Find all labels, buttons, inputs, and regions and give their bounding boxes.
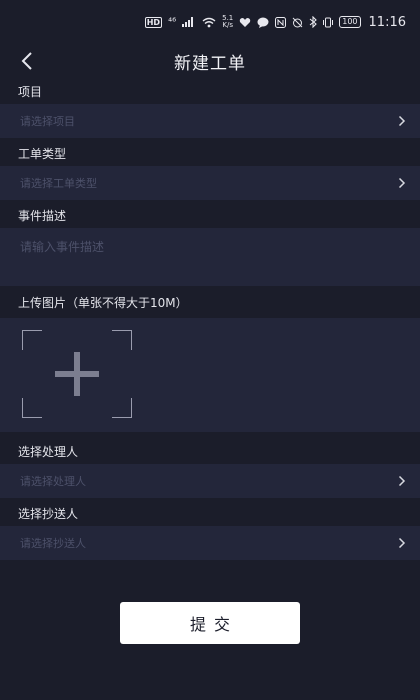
project-placeholder: 请选择项目 — [20, 115, 75, 128]
speed-unit: K/s — [222, 21, 233, 29]
chevron-right-icon — [398, 115, 406, 127]
cc-placeholder: 请选择抄送人 — [20, 537, 86, 550]
upload-image-button[interactable] — [22, 330, 132, 418]
ticket-type-label: 工单类型 — [18, 146, 67, 161]
chevron-right-icon — [398, 537, 406, 549]
back-button[interactable] — [14, 48, 40, 74]
frame-corner — [22, 398, 42, 418]
frame-corner — [112, 398, 132, 418]
nav-bar: 新建工单 — [0, 44, 420, 78]
cc-select[interactable]: 请选择抄送人 — [0, 526, 420, 560]
signal-icon — [182, 17, 196, 27]
description-label: 事件描述 — [18, 208, 67, 223]
network-type-label: ⁴⁶ — [168, 16, 177, 28]
submit-button[interactable]: 提交 — [120, 602, 300, 644]
wifi-icon — [202, 17, 216, 28]
status-bar: HD ⁴⁶ 5.1 K/s 100 11:16 — [0, 0, 420, 44]
plus-icon — [55, 352, 99, 396]
frame-corner — [112, 330, 132, 350]
cc-label: 选择抄送人 — [18, 506, 79, 521]
upload-area — [0, 318, 420, 432]
submit-area: 提交 — [0, 602, 420, 644]
chat-bubble-icon — [257, 17, 269, 28]
clock: 11:16 — [368, 14, 406, 30]
handler-label: 选择处理人 — [18, 444, 79, 459]
ticket-type-select[interactable]: 请选择工单类型 — [0, 166, 420, 200]
vibrate-icon — [323, 17, 334, 28]
network-speed: 5.1 K/s — [222, 15, 233, 29]
project-label: 项目 — [18, 84, 43, 99]
description-area — [0, 228, 420, 286]
page-title: 新建工单 — [174, 53, 246, 74]
handler-placeholder: 请选择处理人 — [20, 475, 86, 488]
frame-corner — [22, 330, 42, 350]
project-select[interactable]: 请选择项目 — [0, 104, 420, 138]
nfc-icon — [275, 16, 287, 28]
upload-label: 上传图片（单张不得大于10M） — [18, 295, 188, 310]
alarm-off-icon — [292, 17, 303, 28]
description-input[interactable] — [20, 238, 400, 276]
hd-indicator: HD — [144, 16, 163, 28]
battery-icon: 100 — [339, 16, 361, 28]
chevron-right-icon — [398, 177, 406, 189]
ticket-type-placeholder: 请选择工单类型 — [20, 177, 97, 190]
heart-icon — [239, 17, 251, 28]
handler-select[interactable]: 请选择处理人 — [0, 464, 420, 498]
bluetooth-icon — [309, 16, 318, 28]
chevron-left-icon — [21, 52, 32, 70]
chevron-right-icon — [398, 475, 406, 487]
